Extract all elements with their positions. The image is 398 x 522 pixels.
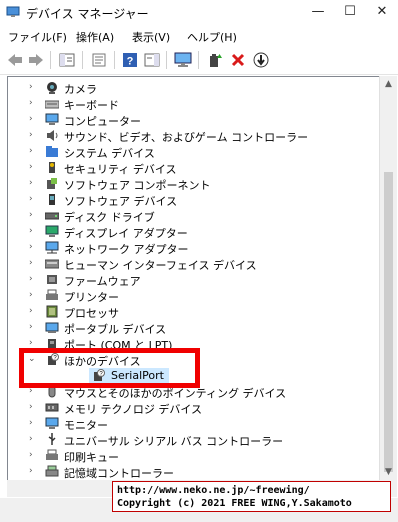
scroll-up-arrow-icon[interactable]: ▲ — [380, 76, 397, 92]
expand-arrow-icon[interactable]: › — [29, 418, 33, 428]
firmware-icon — [47, 275, 57, 284]
window-title: デバイス マネージャー — [26, 7, 149, 21]
expand-arrow-icon[interactable]: › — [29, 274, 33, 284]
expand-arrow-icon[interactable]: › — [29, 338, 33, 348]
help-icon[interactable]: ? — [121, 51, 139, 69]
expand-arrow-icon[interactable]: › — [29, 178, 33, 188]
tree-item-hid[interactable]: › ヒューマン インターフェイス デバイス — [8, 256, 380, 272]
expand-arrow-icon[interactable]: › — [29, 258, 33, 268]
scan-hardware-monitor-icon[interactable] — [174, 51, 192, 69]
expand-arrow-icon[interactable]: › — [29, 402, 33, 412]
expand-arrow-icon[interactable]: › — [29, 306, 33, 316]
show-hide-console-tree-icon[interactable] — [58, 51, 76, 69]
tree-item-memory-technology[interactable]: › メモリ テクノロジ デバイス — [8, 400, 380, 416]
vertical-scrollbar[interactable]: ▲ ▼ — [379, 76, 397, 480]
processor-icon — [46, 305, 58, 318]
tree-item-usb-controllers[interactable]: › ユニバーサル シリアル バス コントローラー — [8, 432, 380, 448]
menu-action[interactable]: 操作(A) — [76, 29, 114, 45]
display-adapter-icon — [45, 225, 59, 237]
copyright-overlay: http://www.neko.ne.jp/~freewing/ Copyrig… — [112, 481, 391, 512]
device-tree: › カメラ › キーボード › コンピューター › サウンド、ビデオ、およびゲー… — [7, 76, 380, 481]
scrollbar-thumb[interactable] — [384, 172, 393, 472]
expand-arrow-icon[interactable]: › — [29, 290, 33, 300]
maximize-button[interactable]: ☐ — [334, 0, 366, 26]
portable-device-icon — [45, 322, 59, 333]
expand-arrow-icon[interactable]: › — [29, 226, 33, 236]
uninstall-x-icon[interactable] — [229, 51, 247, 69]
monitor-icon — [45, 417, 59, 429]
tree-item-sound[interactable]: › サウンド、ビデオ、およびゲーム コントローラー — [8, 128, 380, 144]
expand-arrow-icon[interactable]: › — [29, 114, 33, 124]
storage-controller-icon — [45, 465, 59, 477]
title-bar: デバイス マネージャー — ☐ ✕ — [0, 0, 398, 26]
speaker-icon — [47, 130, 58, 141]
menu-file[interactable]: ファイル(F) — [8, 29, 67, 45]
svg-text:?: ? — [127, 56, 134, 68]
back-arrow-icon[interactable] — [6, 51, 24, 69]
camera-icon — [47, 82, 57, 94]
properties-icon[interactable] — [90, 51, 108, 69]
software-device-icon — [49, 194, 55, 205]
computer-icon — [45, 113, 59, 125]
expand-arrow-icon[interactable]: › — [29, 322, 33, 332]
menu-help[interactable]: ヘルプ(H) — [187, 29, 237, 45]
print-queue-icon — [46, 449, 58, 460]
tree-item-display-adapters[interactable]: › ディスプレイ アダプター — [8, 224, 380, 240]
expand-arrow-icon[interactable]: › — [29, 130, 33, 140]
expand-arrow-icon[interactable]: › — [29, 466, 33, 476]
tree-item-processors[interactable]: › プロセッサ — [8, 304, 380, 320]
expand-arrow-icon[interactable]: › — [29, 242, 33, 252]
minimize-button[interactable]: — — [302, 0, 334, 26]
add-driver-icon[interactable] — [206, 51, 224, 69]
tree-item-printers[interactable]: › プリンター — [8, 288, 380, 304]
expand-arrow-icon[interactable]: › — [29, 82, 33, 92]
close-button[interactable]: ✕ — [366, 0, 398, 26]
tree-item-camera[interactable]: › カメラ — [8, 80, 380, 96]
expand-arrow-icon[interactable]: › — [29, 450, 33, 460]
expand-arrow-icon[interactable]: › — [29, 194, 33, 204]
expand-arrow-icon[interactable]: › — [29, 210, 33, 220]
disk-drive-icon — [45, 212, 59, 220]
tree-item-monitors[interactable]: › モニター — [8, 416, 380, 432]
tree-item-software-devices[interactable]: › ソフトウェア デバイス — [8, 192, 380, 208]
expand-arrow-icon[interactable]: › — [29, 162, 33, 172]
tree-item-firmware[interactable]: › ファームウェア — [8, 272, 380, 288]
forward-arrow-icon[interactable] — [27, 51, 45, 69]
memory-icon — [45, 403, 59, 412]
red-highlight-box — [19, 348, 200, 388]
scroll-down-arrow-icon[interactable]: ▼ — [380, 464, 397, 480]
printer-icon — [46, 289, 58, 300]
device-manager-icon — [6, 6, 20, 17]
keyboard-icon — [45, 100, 59, 109]
copyright-text: Copyright (c) 2021 FREE WING,Y.Sakamoto — [117, 498, 352, 509]
menu-bar: ファイル(F) 操作(A) 表示(V) ヘルプ(H) — [0, 26, 398, 46]
tree-item-portable-devices[interactable]: › ポータブル デバイス — [8, 320, 380, 336]
menu-view[interactable]: 表示(V) — [132, 29, 170, 45]
tree-item-computer[interactable]: › コンピューター — [8, 112, 380, 128]
folder-icon — [46, 146, 58, 157]
tree-item-software-components[interactable]: › ソフトウェア コンポーネント — [8, 176, 380, 192]
tree-item-disk-drives[interactable]: › ディスク ドライブ — [8, 208, 380, 224]
tree-item-storage-controllers[interactable]: › 記憶域コントローラー — [8, 464, 380, 480]
security-key-icon — [49, 162, 55, 173]
tree-item-system-devices[interactable]: › システム デバイス — [8, 144, 380, 160]
device-manager-window: デバイス マネージャー — ☐ ✕ ファイル(F) 操作(A) 表示(V) ヘル… — [0, 0, 398, 522]
tree-item-print-queues[interactable]: › 印刷キュー — [8, 448, 380, 464]
toolbar: ? — [0, 46, 398, 75]
expand-arrow-icon[interactable]: › — [29, 146, 33, 156]
usb-icon — [48, 433, 56, 445]
hid-icon — [45, 259, 59, 269]
expand-arrow-icon[interactable]: › — [29, 98, 33, 108]
action-pane-icon[interactable] — [143, 51, 161, 69]
tree-item-keyboard[interactable]: › キーボード — [8, 96, 380, 112]
expand-arrow-icon[interactable]: › — [29, 434, 33, 444]
update-driver-down-arrow-icon[interactable] — [252, 51, 270, 69]
tree-item-security-devices[interactable]: › セキュリティ デバイス — [8, 160, 380, 176]
tree-item-network-adapters[interactable]: › ネットワーク アダプター — [8, 240, 380, 256]
network-adapter-icon — [45, 241, 59, 254]
component-icon — [47, 178, 57, 189]
copyright-url: http://www.neko.ne.jp/~freewing/ — [117, 485, 310, 496]
